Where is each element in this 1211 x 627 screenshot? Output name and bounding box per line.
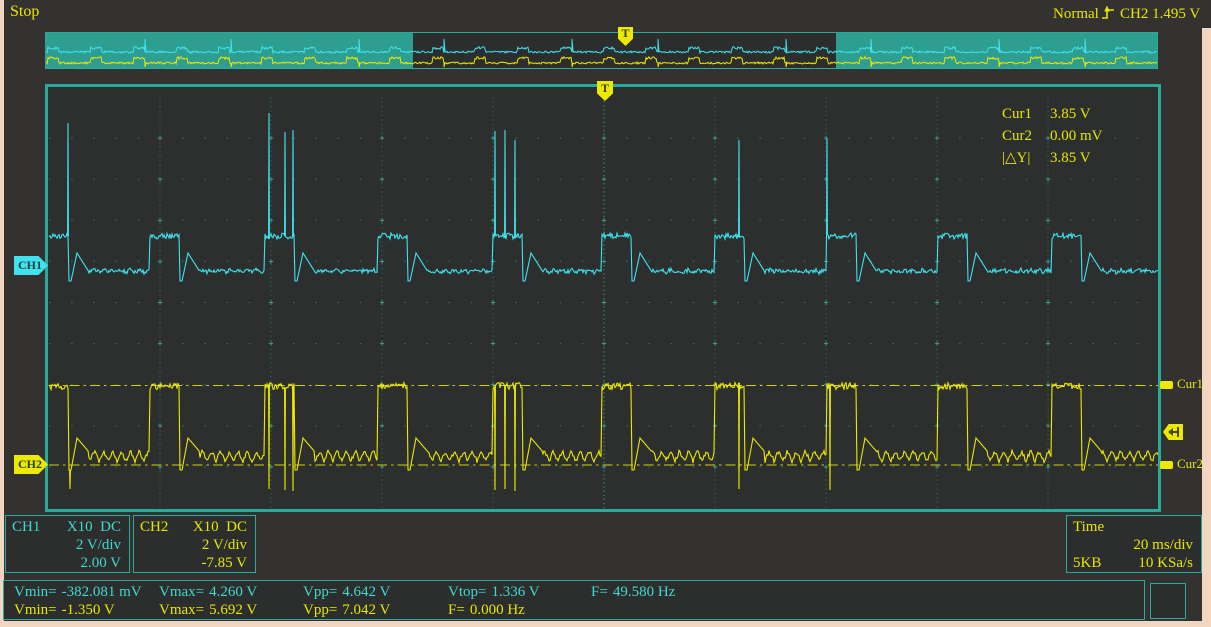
- meas-ch2-vmin-label: Vmin=: [14, 602, 57, 618]
- cursor2-marker-label: Cur2: [1177, 456, 1203, 471]
- timebase-info-box[interactable]: Time 20 ms/div 5KB 10 KSa/s: [1066, 515, 1202, 573]
- meas-ch2-freq-label: F=: [448, 602, 465, 618]
- rising-edge-arrow-svg: [1102, 5, 1114, 19]
- meas-ch2-vmin: Vmin= -1.350 V: [14, 601, 115, 619]
- overview-waveforms: [45, 33, 1158, 68]
- waveform-overview-strip[interactable]: [45, 32, 1158, 69]
- ch1-probe-coupling: X10 DC: [66, 519, 121, 535]
- meas-ch2-vpp: Vpp= 7.042 V: [303, 601, 390, 619]
- meas-ch2-vpp-value: 7.042 V: [342, 602, 391, 618]
- meas-ch2-freq: F= 0.000 Hz: [448, 601, 525, 619]
- ch1-info-row2: 2 V/div: [6, 536, 129, 554]
- ch2-position-marker[interactable]: CH2: [14, 455, 48, 474]
- meas-ch1-vtop-label: Vtop=: [448, 584, 487, 600]
- meas-ch1-freq-value: 49.580 Hz: [612, 584, 676, 600]
- waveform-display-svg: [48, 97, 1158, 508]
- delta-y-label: |△Y|: [1002, 150, 1031, 166]
- ch1-info-row1: CH1 X10 DC: [6, 518, 129, 536]
- cursor2-readout-row: Cur2 0.00 mV: [1002, 125, 1152, 147]
- cursor2-value: 0.00 mV: [1050, 128, 1103, 144]
- trigger-level-marker[interactable]: [1163, 424, 1183, 440]
- trigger-source-level: CH2 1.495 V: [1120, 6, 1201, 22]
- meas-ch1-vtop: Vtop= 1.336 V: [448, 583, 540, 601]
- measurements-bar: Vmin= -382.081 mV Vmax= 4.260 V Vpp= 4.642 …: [3, 580, 1145, 620]
- meas-ch1-vpp: Vpp= 4.642 V: [303, 583, 390, 601]
- meas-ch1-vtop-value: 1.336 V: [491, 584, 540, 600]
- oscilloscope-screen: Stop Normal CH2 1.495 V T T Cur1 3.85 V C…: [0, 0, 1211, 627]
- waveform-display: [45, 84, 1161, 512]
- acquisition-status: Stop: [10, 3, 40, 20]
- meas-ch1-vpp-label: Vpp=: [303, 584, 338, 600]
- cursor1-value: 3.85 V: [1050, 106, 1091, 122]
- meas-ch1-vmin: Vmin= -382.081 mV: [14, 583, 142, 601]
- ch2-info-name: CH2: [140, 519, 169, 535]
- cursor2-marker[interactable]: [1160, 461, 1173, 469]
- trigger-mode-label: Normal: [1053, 6, 1099, 22]
- ch2-info-box[interactable]: CH2 X10 DC 2 V/div -7.85 V: [133, 515, 256, 573]
- timebase-memory: 5KB: [1073, 555, 1102, 571]
- ch2-offset: -7.85 V: [201, 555, 247, 571]
- timebase-row2: 20 ms/div: [1067, 536, 1201, 554]
- meas-ch1-vmax-label: Vmax=: [159, 584, 205, 600]
- ch1-info-name: CH1: [12, 519, 41, 535]
- timebase-scale: 20 ms/div: [1133, 537, 1193, 553]
- ch2-probe-coupling: X10 DC: [192, 519, 247, 535]
- ch2-info-row1: CH2 X10 DC: [134, 518, 255, 536]
- cursor2-label: Cur2: [1002, 128, 1032, 144]
- meas-ch1-freq: F= 49.580 Hz: [591, 583, 675, 601]
- meas-ch2-vmax: Vmax= 5.692 V: [159, 601, 257, 619]
- cursor1-readout-row: Cur1 3.85 V: [1002, 103, 1152, 125]
- grid-crosses: [157, 135, 1051, 470]
- timebase-row3: 5KB 10 KSa/s: [1067, 554, 1201, 572]
- frame-edge-right: [1202, 28, 1211, 627]
- meas-ch2-vmin-value: -1.350 V: [61, 602, 115, 618]
- menu-placeholder-box: [1150, 583, 1186, 619]
- ch1-scale: 2 V/div: [75, 537, 121, 553]
- ch2-info-row2: 2 V/div: [134, 536, 255, 554]
- cursor1-marker[interactable]: [1160, 381, 1173, 389]
- delta-y-readout-row: |△Y| 3.85 V: [1002, 147, 1152, 169]
- trigger-slope-icon: [1100, 4, 1116, 20]
- meas-ch1-vmax: Vmax= 4.260 V: [159, 583, 257, 601]
- cursor1-marker-label: Cur1: [1177, 376, 1203, 391]
- trigger-level-arrow-icon: [1168, 427, 1179, 437]
- cursor-readout: Cur1 3.85 V Cur2 0.00 mV |△Y| 3.85 V: [1002, 103, 1152, 169]
- meas-ch1-vmin-label: Vmin=: [14, 584, 57, 600]
- ch2-scale: 2 V/div: [201, 537, 247, 553]
- timebase-sample-rate: 10 KSa/s: [1138, 555, 1193, 571]
- timebase-row1: Time: [1067, 518, 1201, 536]
- ch2-info-row3: -7.85 V: [134, 554, 255, 572]
- timebase-title: Time: [1073, 519, 1105, 535]
- meas-ch2-vmax-label: Vmax=: [159, 602, 205, 618]
- meas-ch1-vpp-value: 4.642 V: [342, 584, 391, 600]
- ch1-offset: 2.00 V: [80, 555, 121, 571]
- cursor1-label: Cur1: [1002, 106, 1032, 122]
- meas-ch1-vmax-value: 4.260 V: [209, 584, 258, 600]
- ch1-info-row3: 2.00 V: [6, 554, 129, 572]
- meas-ch1-freq-label: F=: [591, 584, 608, 600]
- ch1-info-box[interactable]: CH1 X10 DC 2 V/div 2.00 V: [5, 515, 130, 573]
- meas-ch2-vmax-value: 5.692 V: [209, 602, 258, 618]
- frame-edge-left: [0, 0, 4, 621]
- meas-ch1-vmin-value: -382.081 mV: [61, 584, 142, 600]
- frame-edge-bottom: [0, 621, 1211, 627]
- meas-ch2-freq-value: 0.000 Hz: [469, 602, 525, 618]
- ch1-position-marker[interactable]: CH1: [14, 256, 48, 275]
- meas-ch2-vpp-label: Vpp=: [303, 602, 338, 618]
- delta-y-value: 3.85 V: [1050, 150, 1091, 166]
